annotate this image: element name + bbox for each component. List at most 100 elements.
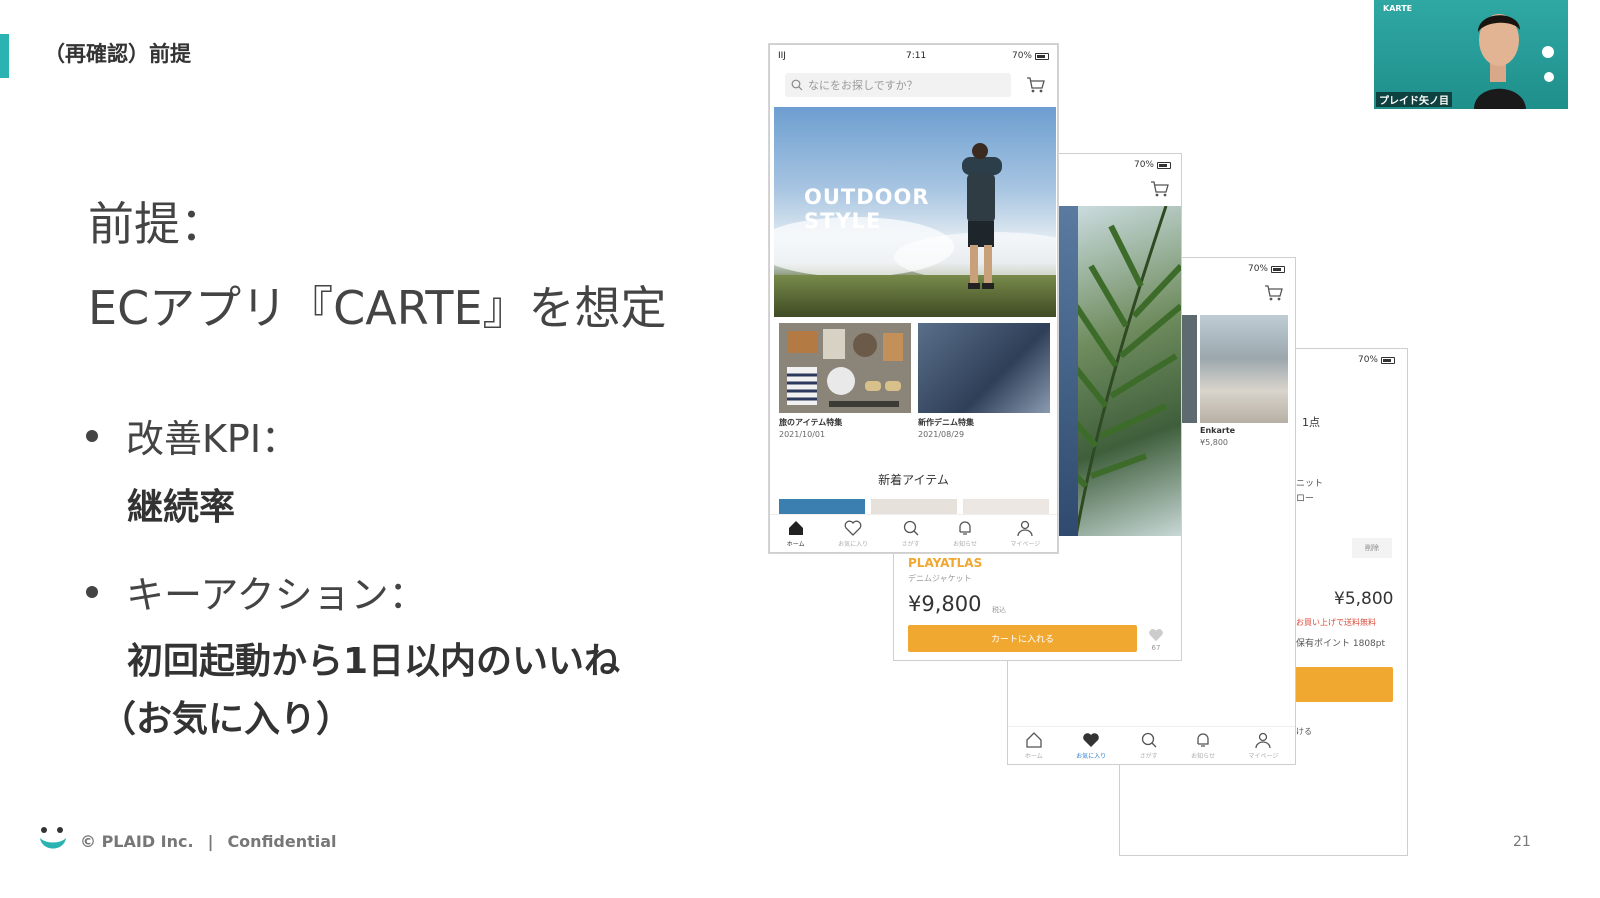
tab-home[interactable]: ホーム	[787, 519, 805, 548]
bullet-key-action-label: キーアクション：	[126, 573, 427, 617]
checkout-button[interactable]	[1292, 667, 1393, 702]
travel-items-image	[787, 329, 903, 407]
bell-icon	[1197, 733, 1209, 747]
presenter-video	[1474, 14, 1526, 109]
product-brand: PLAYATLAS	[908, 556, 983, 570]
tab-notifications[interactable]: お知らせ	[1191, 731, 1215, 760]
user-icon	[1017, 520, 1033, 537]
bullet-kpi: 改善KPI：	[86, 408, 299, 463]
hero-text-line-2: STYLE	[804, 209, 882, 233]
tab-label: さがす	[901, 541, 920, 548]
hero-text: OUTDOOR STYLE	[804, 185, 930, 233]
plaid-logo-icon	[40, 827, 66, 849]
battery-indicator: 70%	[1248, 264, 1285, 274]
rock-shape	[774, 275, 1056, 317]
heart-icon	[844, 520, 862, 536]
new-item-thumbnail[interactable]	[963, 499, 1049, 515]
shipping-note: お買い上げで送料無料	[1296, 618, 1376, 627]
footer: © PLAID Inc. | Confidential	[80, 832, 337, 851]
battery-icon	[1035, 52, 1049, 60]
bullet-kpi-label: 改善KPI：	[126, 417, 300, 461]
add-to-cart-button[interactable]: カートに入れる	[908, 625, 1137, 652]
tab-favorites[interactable]: お気に入り	[838, 519, 868, 548]
footer-confidential: Confidential	[227, 832, 337, 851]
user-icon	[1255, 732, 1271, 749]
product-image-partial	[1182, 315, 1197, 423]
hero-text-line-1: OUTDOOR	[804, 185, 930, 209]
delete-button[interactable]: 削除	[1352, 538, 1392, 558]
heading-line-2: ECアプリ『CARTE』を想定	[88, 281, 667, 335]
hero-banner[interactable]: OUTDOOR STYLE	[774, 107, 1056, 317]
tab-label: ホーム	[786, 541, 805, 548]
heart-icon	[1083, 733, 1099, 747]
like-count: 67	[1151, 644, 1161, 652]
carrier-label: IIJ	[778, 51, 786, 61]
search-input[interactable]: なにをお探しですか？	[785, 73, 1011, 97]
bullet-dot	[86, 585, 98, 598]
cart-icon[interactable]	[1150, 180, 1170, 198]
cart-total: ¥5,800	[1334, 589, 1394, 609]
new-item-thumbnail[interactable]	[779, 499, 865, 515]
heart-icon	[1149, 629, 1163, 642]
bell-icon	[959, 521, 971, 535]
tab-search[interactable]: さがす	[902, 519, 920, 548]
new-item-thumbnail[interactable]	[871, 499, 957, 515]
webcam-app-label: KARTE	[1383, 4, 1413, 13]
webcam-decor	[1544, 72, 1554, 82]
battery-indicator: 70%	[1134, 160, 1171, 170]
page-number: 21	[1513, 834, 1531, 850]
search-icon	[1141, 732, 1157, 748]
tab-mypage[interactable]: マイページ	[1010, 519, 1040, 548]
favorite-item-price: ¥5,800	[1200, 438, 1228, 447]
battery-text: 70%	[1357, 355, 1378, 365]
tab-label: マイページ	[1248, 753, 1279, 760]
tab-label: お気に入り	[1076, 753, 1107, 760]
favorite-item-image[interactable]	[1200, 315, 1288, 423]
phone-screen-home: IIJ 7:11 70% なにをお探しですか？ OUTDOOR STYLE 旅の…	[769, 44, 1058, 553]
battery-indicator: 70%	[1012, 51, 1049, 61]
cart-icon[interactable]	[1026, 76, 1046, 94]
tab-label: お知らせ	[1191, 753, 1215, 760]
feature-new-denim[interactable]	[918, 323, 1050, 413]
bullet-key-action-value-1: 初回起動から1日以内のいいね	[127, 641, 621, 682]
webcam-decor	[1542, 46, 1554, 58]
like-button[interactable]: 67	[1148, 628, 1164, 652]
cart-footer-text: ける	[1296, 727, 1312, 736]
tab-label: お知らせ	[953, 541, 977, 548]
hiker-image	[962, 143, 1002, 289]
cart-count: 1点	[1302, 416, 1320, 429]
battery-icon	[1381, 356, 1395, 364]
section-title: （再確認）前提	[44, 42, 191, 66]
status-time: 7:11	[906, 51, 927, 61]
tab-bar: ホーム お気に入り さがす お知らせ マイページ	[770, 514, 1057, 552]
feature-label: 新作デニム特集	[918, 418, 974, 427]
tab-mypage[interactable]: マイページ	[1248, 731, 1278, 760]
points-balance: 保有ポイント 1808pt	[1296, 639, 1386, 649]
battery-icon	[1157, 161, 1171, 169]
battery-text: 70%	[1247, 264, 1268, 274]
feature-label: 旅のアイテム特集	[779, 418, 843, 427]
denim-jacket-image	[1056, 206, 1078, 536]
tab-label: さがす	[1139, 753, 1158, 760]
cart-icon[interactable]	[1264, 284, 1284, 302]
tab-notifications[interactable]: お知らせ	[953, 519, 977, 548]
battery-text: 70%	[1133, 160, 1154, 170]
bullet-kpi-value: 継続率	[127, 487, 236, 528]
participant-name: プレイド矢ノ目	[1376, 92, 1452, 107]
battery-icon	[1271, 265, 1285, 273]
accent-bar	[0, 34, 9, 78]
home-icon	[1026, 732, 1042, 748]
bullet-dot	[86, 429, 98, 442]
tab-label: お気に入り	[838, 541, 869, 548]
feature-date: 2021/08/29	[918, 430, 965, 439]
bullet-key-action: キーアクション：	[86, 564, 427, 619]
tab-favorites[interactable]: お気に入り	[1076, 731, 1106, 760]
tab-search[interactable]: さがす	[1140, 731, 1158, 760]
bullet-key-action-value-2: （お気に入り）	[100, 699, 353, 740]
feature-travel-items[interactable]	[779, 323, 911, 413]
tab-home[interactable]: ホーム	[1025, 731, 1043, 760]
product-category: デニムジャケット	[908, 574, 972, 583]
cart-item-line-2: ロー	[1296, 494, 1315, 504]
tab-bar: ホーム お気に入り さがす お知らせ マイページ	[1008, 726, 1295, 764]
footer-copyright: © PLAID Inc.	[80, 832, 194, 851]
